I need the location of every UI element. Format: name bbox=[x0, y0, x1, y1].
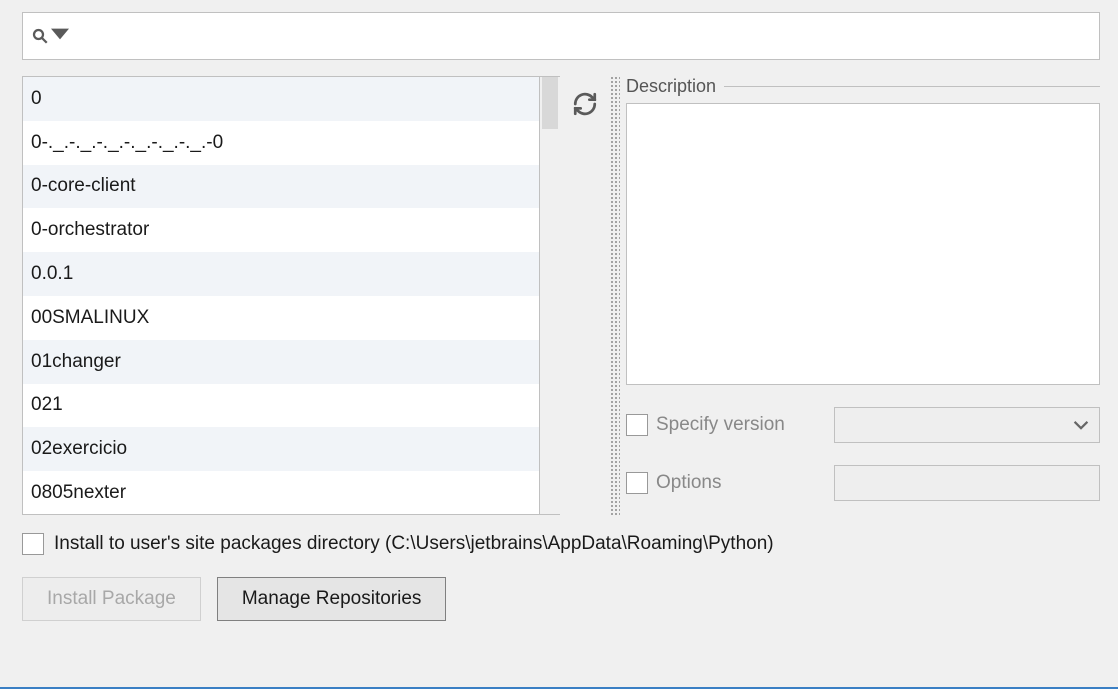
search-icon[interactable] bbox=[31, 25, 69, 48]
search-dropdown-icon[interactable] bbox=[51, 25, 69, 48]
package-row[interactable]: 0 bbox=[23, 77, 539, 121]
options-label: Options bbox=[656, 472, 826, 494]
options-checkbox[interactable] bbox=[626, 472, 648, 494]
splitter-handle[interactable] bbox=[610, 76, 620, 515]
specify-version-label: Specify version bbox=[656, 414, 826, 436]
separator bbox=[724, 86, 1100, 87]
options-input[interactable] bbox=[834, 465, 1100, 501]
search-input[interactable] bbox=[75, 13, 1091, 59]
refresh-button[interactable] bbox=[565, 84, 605, 124]
scrollbar-thumb[interactable] bbox=[542, 77, 558, 129]
package-row[interactable]: 00SMALINUX bbox=[23, 296, 539, 340]
install-user-checkbox[interactable] bbox=[22, 533, 44, 555]
version-select[interactable] bbox=[834, 407, 1100, 443]
package-list[interactable]: 0 0-._.-._.-._.-._.-._.-._.-0 0-core-cli… bbox=[22, 76, 540, 515]
package-row[interactable]: 0.0.1 bbox=[23, 252, 539, 296]
manage-repositories-button[interactable]: Manage Repositories bbox=[217, 577, 447, 621]
description-label: Description bbox=[626, 76, 716, 97]
package-row[interactable]: 01changer bbox=[23, 340, 539, 384]
install-package-button: Install Package bbox=[22, 577, 201, 621]
specify-version-checkbox[interactable] bbox=[626, 414, 648, 436]
package-row[interactable]: 0-._.-._.-._.-._.-._.-._.-0 bbox=[23, 121, 539, 165]
chevron-down-icon bbox=[1073, 417, 1089, 433]
scrollbar[interactable] bbox=[540, 76, 560, 515]
package-row[interactable]: 0-orchestrator bbox=[23, 208, 539, 252]
install-user-label: Install to user's site packages director… bbox=[54, 533, 774, 555]
description-box bbox=[626, 103, 1100, 385]
package-row[interactable]: 0805nexter bbox=[23, 471, 539, 515]
search-field-container bbox=[22, 12, 1100, 60]
package-row[interactable]: 021 bbox=[23, 384, 539, 428]
package-row[interactable]: 0-core-client bbox=[23, 165, 539, 209]
package-row[interactable]: 02exercicio bbox=[23, 427, 539, 471]
